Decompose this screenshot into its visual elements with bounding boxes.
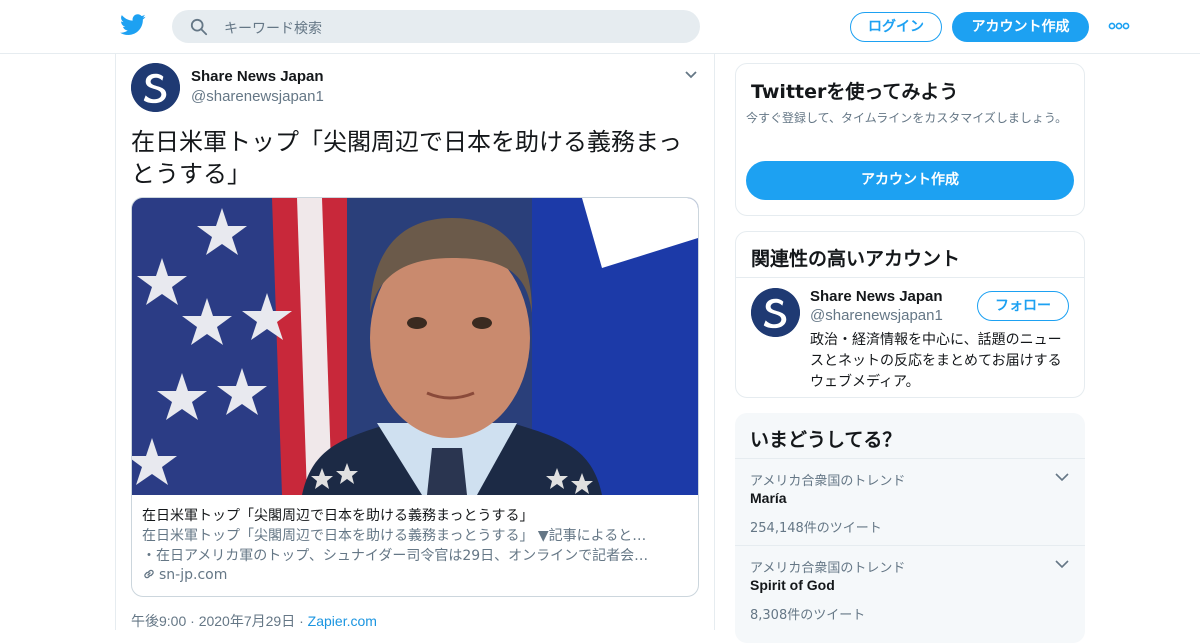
trends-panel: いまどうしてる？ アメリカ合衆国のトレンド María 254,148件のツイー… bbox=[735, 413, 1085, 643]
trend-item[interactable]: アメリカ合衆国のトレンド María 254,148件のツイート bbox=[735, 458, 1085, 546]
trend-context: アメリカ合衆国のトレンド bbox=[750, 474, 906, 489]
trend-item[interactable]: アメリカ合衆国のトレンド Spirit of God 8,308件のツイート bbox=[735, 545, 1085, 633]
chevron-down-icon[interactable] bbox=[684, 70, 698, 80]
search-bar[interactable]: キーワード検索 bbox=[172, 10, 700, 43]
search-icon bbox=[190, 18, 208, 36]
trends-panel-title: いまどうしてる？ bbox=[750, 429, 902, 451]
author-avatar[interactable] bbox=[131, 63, 180, 112]
tweet-time[interactable]: 午後9:00 bbox=[131, 613, 186, 629]
card-domain[interactable]: sn-jp.com bbox=[142, 567, 227, 583]
chevron-down-icon[interactable] bbox=[1055, 473, 1069, 482]
more-options-icon[interactable] bbox=[1108, 20, 1130, 32]
card-domain-text[interactable]: sn-jp.com bbox=[159, 567, 227, 583]
signup-panel: Twitterを使ってみよう 今すぐ登録して、タイムラインをカスタマイズしましょ… bbox=[735, 63, 1085, 216]
card-image bbox=[132, 198, 698, 495]
trend-context: アメリカ合衆国のトレンド bbox=[750, 561, 906, 576]
account-avatar[interactable] bbox=[751, 288, 800, 337]
tweet-timestamp: 午後9:00 · 2020年7月29日 · Zapier.com bbox=[131, 613, 377, 629]
top-navigation-bar: キーワード検索 ログイン アカウント作成 bbox=[0, 0, 1200, 54]
author-name[interactable]: Share News Japan bbox=[191, 68, 324, 85]
signup-panel-title: Twitterを使ってみよう bbox=[751, 81, 959, 103]
trend-count: 254,148件のツイート bbox=[750, 521, 882, 536]
account-handle[interactable]: @sharenewsjapan1 bbox=[810, 307, 943, 324]
card-description-line: 在日米軍トップ「尖閣周辺で日本を助ける義務まっとうする」 ▼記事によると… bbox=[142, 528, 647, 544]
follow-button[interactable]: フォロー bbox=[977, 291, 1069, 321]
link-icon bbox=[144, 569, 154, 579]
trend-name[interactable]: María bbox=[750, 490, 787, 506]
account-name[interactable]: Share News Japan bbox=[810, 288, 943, 305]
account-bio: 政治・経済情報を中心に、話題のニュースとネットの反応をまとめてお届けするウェブメ… bbox=[810, 332, 1062, 390]
chevron-down-icon[interactable] bbox=[1055, 560, 1069, 569]
divider bbox=[736, 277, 1084, 278]
twitter-bird-logo-icon[interactable] bbox=[120, 14, 146, 36]
signup-button[interactable]: アカウント作成 bbox=[952, 12, 1089, 42]
tweet-text: 在日米軍トップ「尖閣周辺で日本を助ける義務まっとうする」 bbox=[131, 128, 683, 188]
author-handle[interactable]: @sharenewsjapan1 bbox=[191, 88, 324, 105]
card-description-line: ・在日アメリカ軍のトップ、シュナイダー司令官は29日、オンラインで記者会… bbox=[142, 548, 649, 564]
relevant-accounts-panel: 関連性の高いアカウント Share News Japan @sharenewsj… bbox=[735, 231, 1085, 398]
relevant-panel-title: 関連性の高いアカウント bbox=[751, 248, 961, 270]
card-description: 在日米軍トップ「尖閣周辺で日本を助ける義務まっとうする」 ▼記事によると… ・在… bbox=[142, 526, 688, 566]
share-news-logo-icon bbox=[131, 63, 180, 112]
link-card[interactable]: 在日米軍トップ「尖閣周辺で日本を助ける義務まっとうする」 在日米軍トップ「尖閣周… bbox=[131, 197, 699, 597]
signup-panel-button[interactable]: アカウント作成 bbox=[746, 161, 1074, 200]
signup-panel-subtitle: 今すぐ登録して、タイムラインをカスタマイズしましょう。 bbox=[746, 111, 1068, 125]
search-placeholder[interactable]: キーワード検索 bbox=[224, 18, 322, 38]
trend-count: 8,308件のツイート bbox=[750, 608, 866, 623]
tweet-date[interactable]: 2020年7月29日 bbox=[199, 613, 296, 629]
share-news-logo-icon bbox=[751, 288, 800, 337]
tweet-source-link[interactable]: Zapier.com bbox=[308, 613, 377, 629]
card-title[interactable]: 在日米軍トップ「尖閣周辺で日本を助ける義務まっとうする」 bbox=[142, 505, 688, 525]
login-button[interactable]: ログイン bbox=[850, 12, 942, 42]
tweet-detail: Share News Japan @sharenewsjapan1 在日米軍トッ… bbox=[115, 54, 715, 630]
trend-name[interactable]: Spirit of God bbox=[750, 577, 835, 593]
